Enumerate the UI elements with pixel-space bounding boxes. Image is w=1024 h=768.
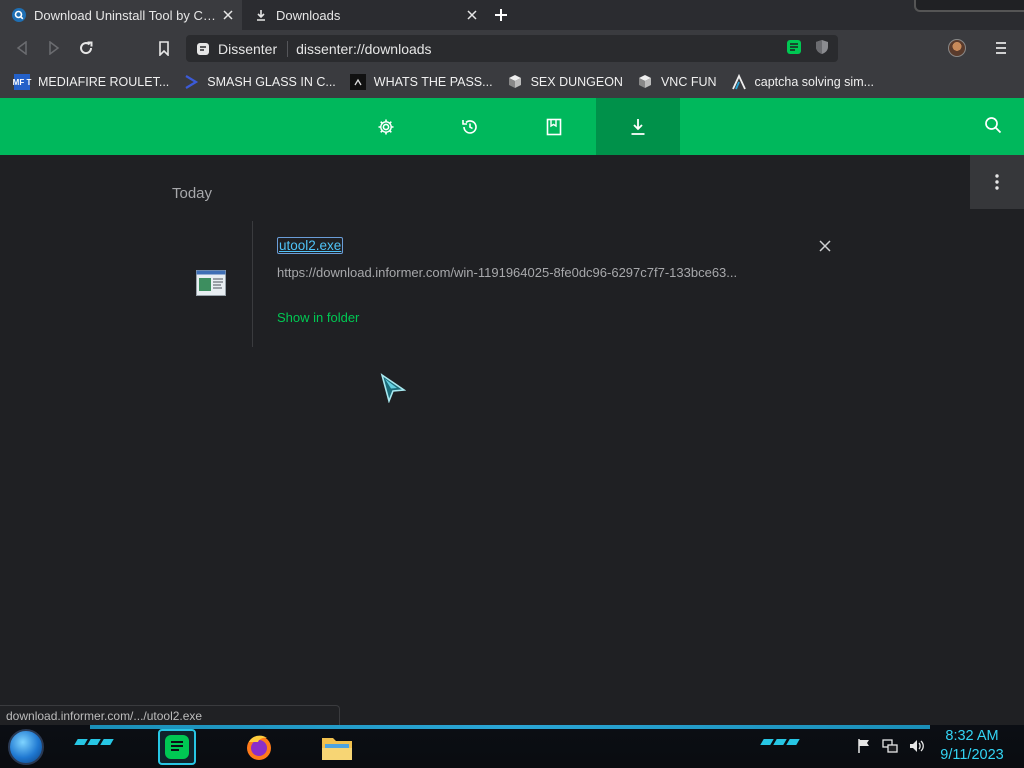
history-icon [462, 119, 477, 134]
search-tab-icon [12, 8, 26, 22]
network-icon[interactable] [882, 738, 898, 754]
volume-icon[interactable] [908, 738, 926, 754]
firefox-icon [247, 735, 271, 760]
search-icon[interactable] [984, 116, 1004, 136]
tab-downloads[interactable]: Downloads [242, 0, 486, 30]
download-filename-link[interactable]: utool2.exe [277, 237, 344, 254]
taskbar: 8:32 AM 9/11/2023 [0, 725, 1024, 768]
bookmark-label: VNC FUN [660, 75, 717, 89]
dissenter-comment-icon[interactable] [786, 39, 802, 55]
new-tab-button[interactable] [490, 4, 512, 26]
bookmark-item[interactable]: captcha solving sim... [731, 74, 875, 90]
taskbar-dissenter-browser[interactable] [158, 729, 196, 765]
browser-toolbar: Dissenter dissenter://downloads [0, 30, 1024, 66]
downloads-page: Today utool2.exe https://download.inform… [0, 155, 1024, 706]
decorative-arrows [74, 739, 114, 745]
shield-icon[interactable] [814, 39, 830, 55]
folder-icon [322, 738, 352, 760]
lambda-bookmark-icon [731, 74, 747, 90]
more-options-icon[interactable] [970, 155, 1024, 209]
chevron-bookmark-icon [183, 74, 199, 90]
dissenter-app-icon [165, 735, 189, 759]
bookmark-item[interactable]: SMASH GLASS IN C... [183, 74, 336, 90]
date-section-heading: Today [172, 185, 213, 202]
window-frame-decoration [914, 0, 1024, 12]
hamburger-menu-icon[interactable] [992, 39, 1010, 57]
mouse-cursor-icon [380, 373, 407, 404]
file-type-icon [196, 270, 226, 296]
site-name: Dissenter [218, 40, 278, 57]
tab-title: Download Uninstall Tool by Crysta [34, 7, 216, 23]
url-text[interactable]: dissenter://downloads [296, 41, 431, 57]
clock-time: 8:32 AM [945, 728, 999, 744]
bookmark-page-button[interactable] [154, 38, 174, 58]
download-item: utool2.exe https://download.informer.com… [252, 221, 852, 347]
bookmark-item[interactable]: SEX DUNGEON [507, 74, 623, 90]
taskbar-accent-line [90, 725, 930, 729]
bookmark-item[interactable]: MF T MEDIAFIRE ROULET... [13, 74, 170, 90]
taskbar-file-explorer[interactable] [318, 729, 356, 765]
tab-history[interactable] [428, 98, 512, 155]
page-header [0, 98, 1024, 155]
start-button[interactable] [8, 729, 44, 765]
site-info-chip[interactable]: Dissenter [186, 40, 289, 57]
settings-icon [378, 119, 394, 134]
back-button[interactable] [12, 38, 32, 58]
tab-downloads[interactable] [596, 98, 680, 155]
close-icon[interactable] [464, 7, 480, 23]
decorative-arrows [760, 739, 800, 745]
bookmark-label: SEX DUNGEON [530, 75, 623, 89]
bookmark-item[interactable]: WHATS THE PASS... [349, 74, 493, 90]
taskbar-firefox[interactable] [240, 729, 278, 765]
tab-settings[interactable] [344, 98, 428, 155]
bookmark-label: MEDIAFIRE ROULET... [38, 75, 170, 89]
forward-button[interactable] [44, 38, 64, 58]
mft-icon: MF T [13, 74, 31, 90]
tab-bookmarks[interactable] [512, 98, 596, 155]
terminal-bookmark-icon [349, 74, 366, 90]
avatar[interactable] [948, 39, 966, 57]
tab-download-uninstall-tool[interactable]: Download Uninstall Tool by Crysta [0, 0, 242, 30]
address-bar[interactable]: Dissenter dissenter://downloads [186, 35, 838, 62]
bookmarks-icon [546, 118, 562, 135]
vnc-bookmark-icon [637, 74, 653, 90]
status-bar-link-preview: download.informer.com/.../utool2.exe [0, 705, 340, 725]
download-source-url: https://download.informer.com/win-119196… [277, 265, 738, 280]
close-icon[interactable] [220, 7, 236, 23]
tab-title: Downloads [276, 7, 341, 23]
remove-download-close-icon[interactable] [819, 239, 833, 253]
taskbar-clock[interactable]: 8:32 AM 9/11/2023 [934, 727, 1010, 765]
reload-button[interactable] [76, 38, 96, 58]
bookmarks-bar: MF T MEDIAFIRE ROULET... SMASH GLASS IN … [0, 66, 1024, 98]
system-tray [856, 738, 926, 754]
flag-icon[interactable] [856, 738, 872, 754]
bookmark-label: SMASH GLASS IN C... [207, 75, 336, 89]
clock-date: 9/11/2023 [940, 747, 1004, 763]
downloads-icon [631, 118, 645, 135]
download-tab-icon [254, 8, 268, 22]
bookmark-label: WHATS THE PASS... [373, 75, 493, 89]
tab-strip: Download Uninstall Tool by Crysta Downlo… [0, 0, 1024, 30]
dissenter-site-icon [197, 42, 209, 55]
bookmark-label: captcha solving sim... [754, 75, 875, 89]
vnc-bookmark-icon [507, 74, 523, 90]
bookmark-item[interactable]: VNC FUN [637, 74, 717, 90]
show-in-folder-link[interactable]: Show in folder [277, 310, 359, 325]
